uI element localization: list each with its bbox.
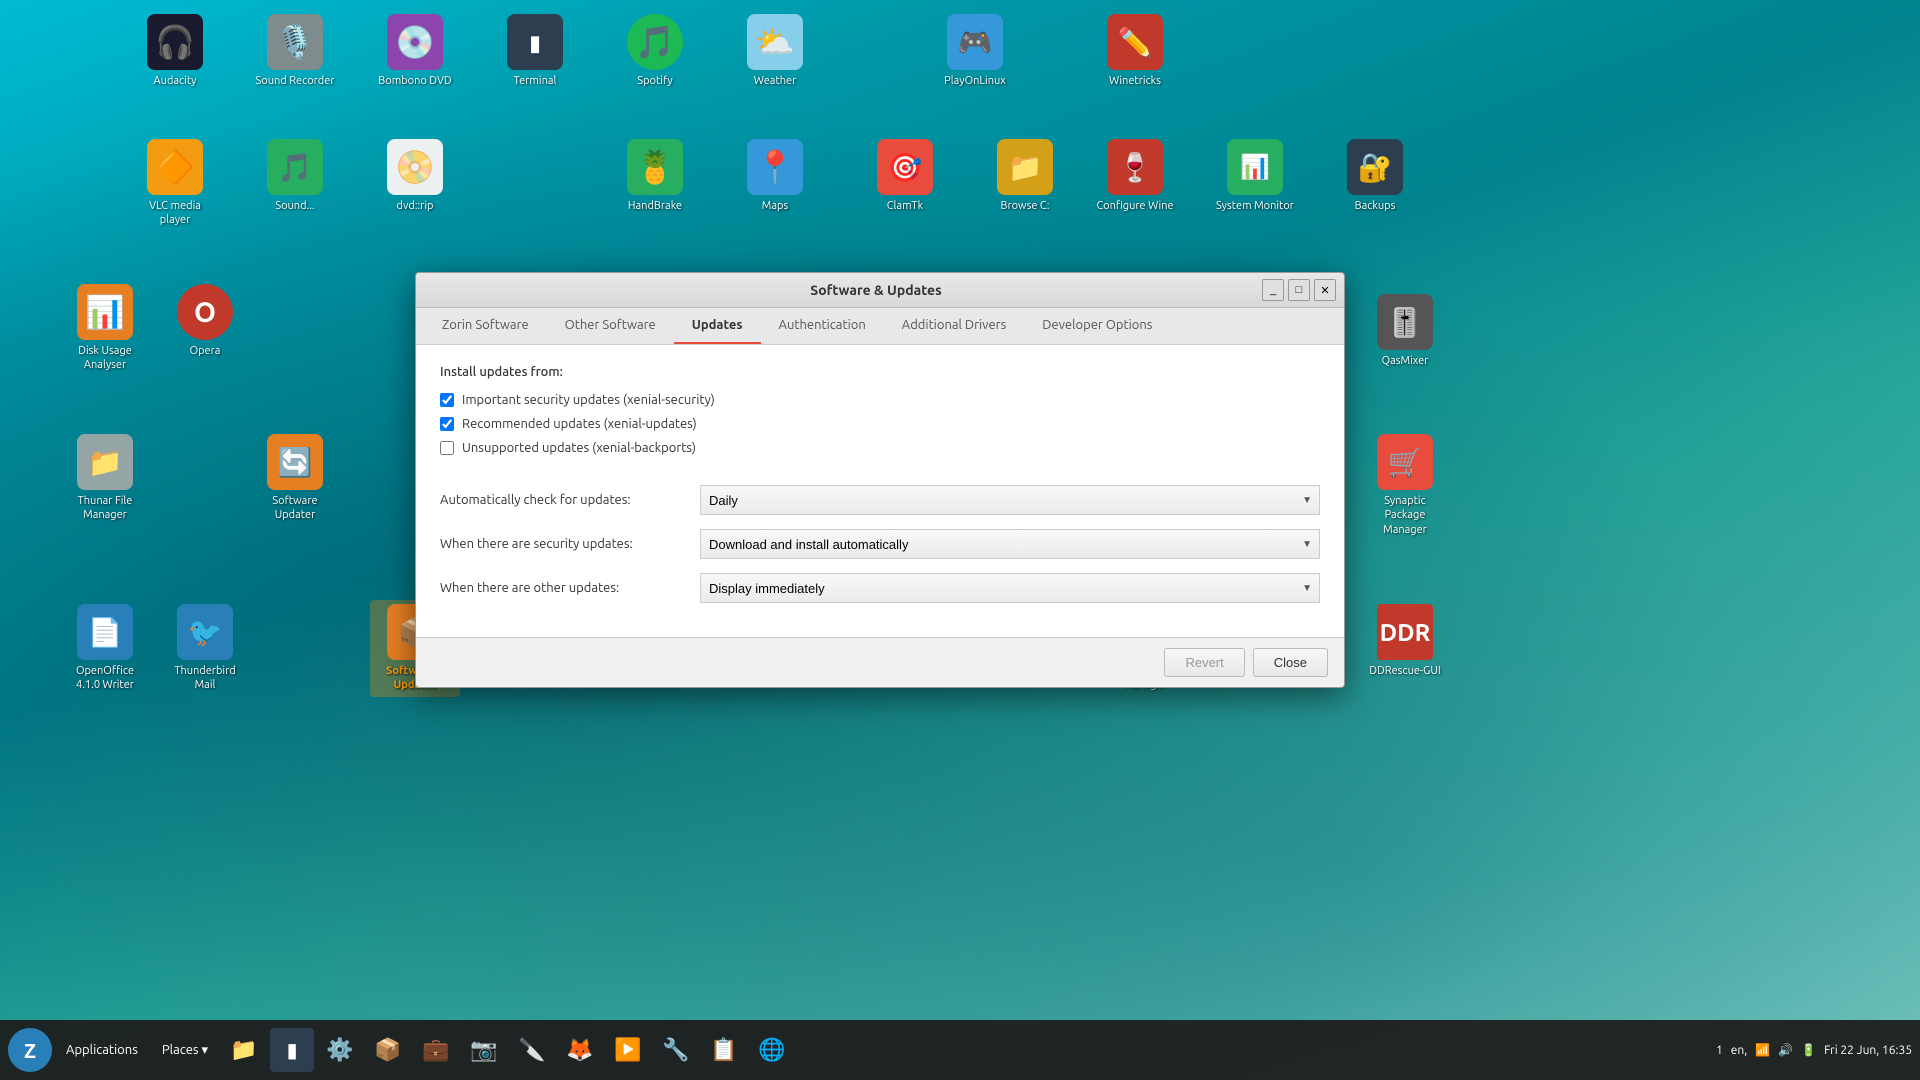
dialog-footer: Revert Close	[416, 637, 1344, 687]
taskbar-web-icon[interactable]: 🌐	[750, 1028, 794, 1072]
auto-check-row: Automatically check for updates: Daily ▼	[440, 485, 1320, 515]
icon-dvdrip[interactable]: 📀 dvd::rip	[370, 135, 460, 217]
icon-sound2[interactable]: 🎵 Sound...	[250, 135, 340, 217]
taskbar-firefox-icon[interactable]: 🦊	[558, 1028, 602, 1072]
icon-terminal[interactable]: ▮ Terminal	[490, 10, 580, 92]
checkbox-row-recommended: Recommended updates (xenial-updates)	[440, 417, 1320, 431]
checkbox-recommended-label: Recommended updates (xenial-updates)	[462, 417, 697, 431]
checkbox-unsupported-updates[interactable]	[440, 441, 454, 455]
tab-additional-drivers[interactable]: Additional Drivers	[884, 308, 1024, 344]
other-updates-select-wrapper: Display immediately ▼	[700, 573, 1320, 603]
taskbar-manager-icon[interactable]: 💼	[414, 1028, 458, 1072]
wifi-icon: 📶	[1755, 1043, 1770, 1057]
taskbar-right-area: 1 en, 📶 🔊 🔋 Fri 22 Jun, 16:35	[1716, 1043, 1912, 1057]
security-updates-select-wrapper: Download and install automatically ▼	[700, 529, 1320, 559]
auto-check-label: Automatically check for updates:	[440, 493, 700, 507]
auto-check-select-wrapper: Daily ▼	[700, 485, 1320, 515]
checkbox-row-security: Important security updates (xenial-secur…	[440, 393, 1320, 407]
icon-configure-wine[interactable]: 🍷 Configure Wine	[1090, 135, 1180, 217]
other-updates-row: When there are other updates: Display im…	[440, 573, 1320, 603]
minimize-button[interactable]: _	[1262, 279, 1284, 301]
taskbar-language: en,	[1731, 1044, 1747, 1057]
other-updates-select[interactable]: Display immediately	[700, 573, 1320, 603]
software-updates-dialog: Software & Updates _ □ ✕ Zorin Software …	[415, 272, 1345, 688]
icon-disk-usage[interactable]: 📊 Disk Usage Analyser	[60, 280, 150, 377]
icon-playonlinux[interactable]: 🎮 PlayOnLinux	[930, 10, 1020, 92]
battery-icon: 🔋	[1801, 1043, 1816, 1057]
icon-winetricks[interactable]: ✏️ Winetricks	[1090, 10, 1180, 92]
dialog-window-controls: _ □ ✕	[1262, 279, 1336, 301]
taskbar-notes-icon[interactable]: 📋	[702, 1028, 746, 1072]
checkbox-recommended-updates[interactable]	[440, 417, 454, 431]
start-button[interactable]: Z	[8, 1028, 52, 1072]
icon-spotify[interactable]: 🎵 Spotify	[610, 10, 700, 92]
dialog-title: Software & Updates	[490, 282, 1262, 298]
taskbar-tools-icon[interactable]: 🔧	[654, 1028, 698, 1072]
icon-opera[interactable]: O Opera	[160, 280, 250, 362]
dialog-tabs: Zorin Software Other Software Updates Au…	[416, 308, 1344, 345]
icon-bombono-dvd[interactable]: 💿 Bombono DVD	[370, 10, 460, 92]
close-button[interactable]: ✕	[1314, 279, 1336, 301]
taskbar-archive-icon[interactable]: 📦	[366, 1028, 410, 1072]
taskbar-play-icon[interactable]: ▶️	[606, 1028, 650, 1072]
icon-handbrake[interactable]: 🍍 HandBrake	[610, 135, 700, 217]
tab-zorin-software[interactable]: Zorin Software	[424, 308, 547, 344]
dialog-titlebar: Software & Updates _ □ ✕	[416, 273, 1344, 308]
dialog-updates-content: Install updates from: Important security…	[416, 345, 1344, 637]
taskbar-page-number: 1	[1716, 1044, 1723, 1057]
tab-authentication[interactable]: Authentication	[761, 308, 884, 344]
taskbar-camera-icon[interactable]: 📷	[462, 1028, 506, 1072]
icon-software-updater[interactable]: 🔄 Software Updater	[250, 430, 340, 527]
icon-synaptic[interactable]: 🛒 Synaptic Package Manager	[1360, 430, 1450, 541]
checkbox-unsupported-label: Unsupported updates (xenial-backports)	[462, 441, 696, 455]
icon-maps[interactable]: 📍 Maps	[730, 135, 820, 217]
tab-developer-options[interactable]: Developer Options	[1024, 308, 1170, 344]
icon-clamtk[interactable]: 🎯 ClamTk	[860, 135, 950, 217]
other-updates-label: When there are other updates:	[440, 581, 700, 595]
checkbox-security-label: Important security updates (xenial-secur…	[462, 393, 715, 407]
maximize-button[interactable]: □	[1288, 279, 1310, 301]
revert-button[interactable]: Revert	[1164, 648, 1244, 677]
icon-thunar[interactable]: 📁 Thunar File Manager	[60, 430, 150, 527]
taskbar-terminal-icon[interactable]: ▮	[270, 1028, 314, 1072]
icon-openoffice[interactable]: 📄 OpenOffice 4.1.0 Writer	[60, 600, 150, 697]
icon-backups[interactable]: 🔐 Backups	[1330, 135, 1420, 217]
taskbar-knife-icon[interactable]: 🔪	[510, 1028, 554, 1072]
icon-weather[interactable]: ⛅ Weather	[730, 10, 820, 92]
icon-system-monitor[interactable]: 📊 System Monitor	[1210, 135, 1300, 217]
tab-other-software[interactable]: Other Software	[547, 308, 674, 344]
icon-thunderbird[interactable]: 🐦 Thunderbird Mail	[160, 600, 250, 697]
close-dialog-button[interactable]: Close	[1253, 648, 1328, 677]
applications-menu[interactable]: Applications	[56, 1039, 148, 1061]
security-updates-select[interactable]: Download and install automatically	[700, 529, 1320, 559]
icon-sound-recorder[interactable]: 🎙️ Sound Recorder	[250, 10, 340, 92]
icon-ddrescue[interactable]: DDR DDRescue-GUI	[1360, 600, 1450, 682]
install-updates-label: Install updates from:	[440, 365, 1320, 379]
icon-qasmixer[interactable]: 🎚️ QasMixer	[1360, 290, 1450, 372]
icon-vlc[interactable]: 🔶 VLC media player	[130, 135, 220, 232]
icon-browse-c[interactable]: 📁 Browse C:	[980, 135, 1070, 217]
security-updates-label: When there are security updates:	[440, 537, 700, 551]
taskbar: Z Applications Places ▾ 📁 ▮ ⚙️ 📦 💼 📷 🔪 🦊…	[0, 1020, 1920, 1080]
checkbox-security-updates[interactable]	[440, 393, 454, 407]
taskbar-settings-icon[interactable]: ⚙️	[318, 1028, 362, 1072]
security-updates-row: When there are security updates: Downloa…	[440, 529, 1320, 559]
taskbar-files-icon[interactable]: 📁	[222, 1028, 266, 1072]
taskbar-datetime: Fri 22 Jun, 16:35	[1824, 1044, 1912, 1057]
icon-audacity[interactable]: 🎧 Audacity	[130, 10, 220, 92]
tab-updates[interactable]: Updates	[674, 308, 761, 344]
places-menu[interactable]: Places ▾	[152, 1039, 218, 1062]
volume-icon[interactable]: 🔊	[1778, 1043, 1793, 1057]
checkbox-row-unsupported: Unsupported updates (xenial-backports)	[440, 441, 1320, 455]
auto-check-select[interactable]: Daily	[700, 485, 1320, 515]
